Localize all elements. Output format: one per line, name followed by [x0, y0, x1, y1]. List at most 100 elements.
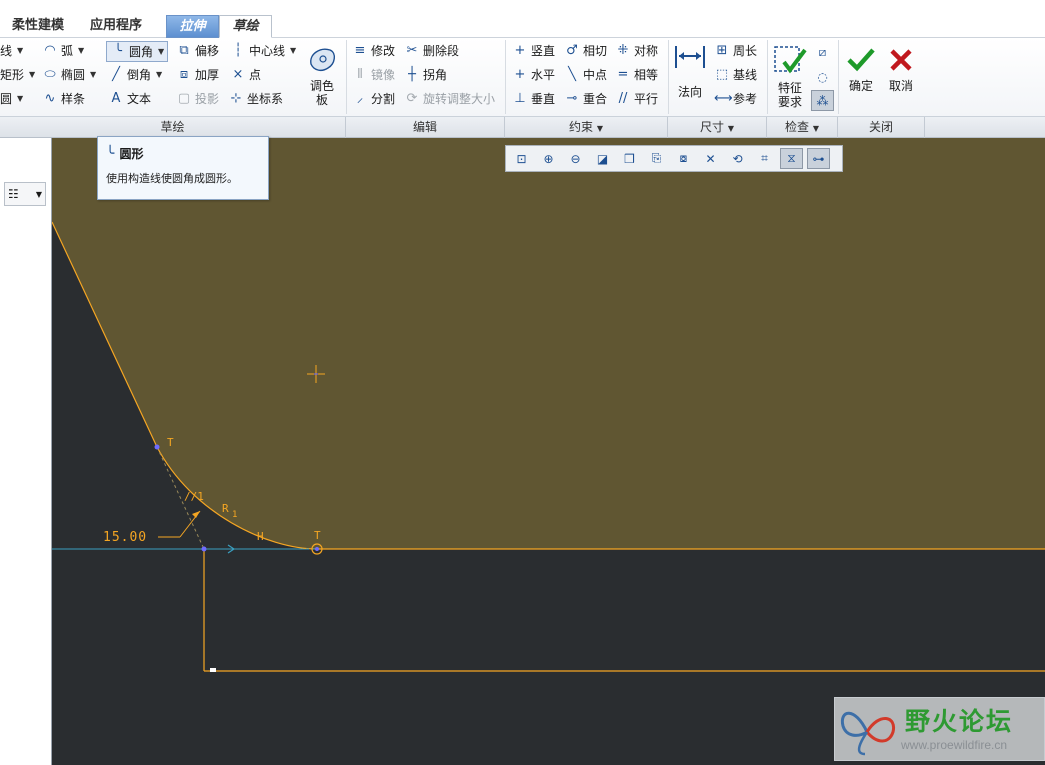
display-style-icon[interactable]: ❒	[618, 148, 641, 169]
corner-label: 拐角	[423, 68, 448, 82]
dimension-group-title[interactable]: 尺寸 ▼	[668, 117, 767, 138]
spline-button[interactable]: ∿ 样条	[42, 88, 85, 110]
delete-segment-button[interactable]: ✂ 删除段	[404, 40, 459, 62]
feature-requirements-button[interactable]: 特征 要求	[770, 42, 810, 109]
parallel-constraint-icon: //	[618, 91, 628, 106]
line-endpoint-marker	[210, 668, 216, 672]
constraint-display-icon[interactable]: ⊶	[807, 148, 830, 169]
delete-segment-label: 删除段	[423, 44, 460, 58]
thicken-button[interactable]: ⧈ 加厚	[176, 64, 219, 86]
equal-label: 相等	[634, 68, 659, 82]
rectangle-button[interactable]: 矩形 ▼	[0, 64, 35, 86]
ok-label: 确定	[848, 79, 873, 93]
graphics-window[interactable]: 15.00 T T //1 R 1 H	[52, 138, 1045, 765]
arc-button[interactable]: ◠ 弧 ▼	[42, 40, 84, 62]
chamfer-label: 倒角	[127, 68, 152, 82]
refit-icon[interactable]: ⊡	[510, 148, 533, 169]
constrain-group-title[interactable]: 约束 ▼	[505, 117, 668, 138]
overlapping-geometry-icon[interactable]: ⧄	[811, 42, 834, 63]
midpoint-label: 中点	[583, 68, 608, 82]
palette-label-line1: 调色	[309, 79, 334, 93]
coincident-constraint-button[interactable]: ⊸ 重合	[564, 88, 607, 110]
tangent-constraint-button[interactable]: ♂ 相切	[564, 40, 607, 62]
inspect-group-title[interactable]: 检查 ▼	[767, 117, 838, 138]
tangent-end-point-center	[315, 547, 319, 551]
tooltip-description: 使用构造线使圆角成圆形。	[106, 172, 238, 185]
spline-label: 样条	[61, 92, 86, 106]
reference-dimension-button[interactable]: ⟷ 参考	[714, 88, 757, 110]
show-options-button[interactable]: ☷ ▼	[4, 182, 46, 206]
tab-extrude[interactable]: 拉伸	[166, 15, 219, 38]
project-button[interactable]: ▢ 投影	[176, 88, 219, 110]
intersection-point	[201, 546, 207, 552]
parallel-constraint-label: //1	[184, 490, 204, 503]
saved-views-icon[interactable]: ⎘	[645, 148, 668, 169]
circle-button[interactable]: 圆 ▼	[0, 88, 23, 110]
corner-button[interactable]: ┼ 拐角	[404, 64, 447, 86]
highlight-open-ends-icon[interactable]: ⁂	[811, 90, 834, 111]
fillet-dimension-value[interactable]: 15.00	[103, 530, 147, 545]
spin-center-icon[interactable]: ⟲	[726, 148, 749, 169]
sketcher-display-icon[interactable]: ⧖	[780, 148, 803, 169]
repaint-icon[interactable]: ◪	[591, 148, 614, 169]
chevron-down-icon: ▼	[90, 70, 97, 79]
fillet-button[interactable]: ╰ 圆角 ▼	[106, 41, 169, 63]
sketch-view-icon[interactable]: ⧇	[672, 148, 695, 169]
text-button[interactable]: A 文本	[108, 88, 151, 110]
tangent-constraint-label: T	[314, 529, 321, 542]
palette-label-line2: 板	[315, 93, 328, 107]
cancel-button[interactable]: 取消	[883, 46, 919, 93]
vertical-constraint-button[interactable]: + 竖直	[512, 40, 555, 62]
horizontal-constraint-button[interactable]: + 水平	[512, 64, 555, 86]
group-separator	[346, 40, 347, 114]
perimeter-icon: ⊞	[716, 43, 728, 58]
annotation-display-icon[interactable]: ⌗	[753, 148, 776, 169]
point-button[interactable]: × 点	[230, 64, 261, 86]
offset-label: 偏移	[195, 44, 220, 58]
normal-dimension-icon	[675, 46, 705, 68]
zoom-out-icon[interactable]: ⊖	[564, 148, 587, 169]
chevron-down-icon[interactable]: ▼	[158, 41, 164, 63]
modify-button[interactable]: ≡ 修改	[352, 40, 395, 62]
equal-constraint-button[interactable]: = 相等	[615, 64, 658, 86]
coincident-constraint-icon: ⊸	[566, 91, 578, 106]
graphics-view-toolbar: ⊡ ⊕ ⊖ ◪ ❒ ⎘ ⧇ ✕ ⟲ ⌗ ⧖ ⊶	[505, 145, 843, 172]
reference-label: 参考	[733, 92, 758, 106]
coincident-label: 重合	[583, 92, 608, 106]
chevron-down-icon: ▼	[17, 94, 24, 103]
ellipse-button[interactable]: ⬭ 椭圆 ▼	[42, 64, 96, 86]
group-separator	[505, 40, 506, 114]
chamfer-button[interactable]: ╱ 倒角 ▼	[108, 64, 162, 86]
coordinate-system-label: 坐标系	[247, 92, 284, 106]
watermark-name: 野火论坛	[905, 707, 1014, 736]
tab-applications[interactable]: 应用程序	[80, 15, 152, 38]
perimeter-dimension-button[interactable]: ⊞ 周长	[714, 40, 757, 62]
divide-button[interactable]: ⸝ 分割	[352, 88, 395, 110]
symmetric-constraint-icon: ⁜	[617, 43, 629, 58]
checkmark-icon	[847, 48, 875, 72]
divide-icon: ⸝	[356, 91, 364, 106]
shade-closed-loops-icon[interactable]: ◌	[811, 66, 834, 87]
feature-requirements-label-line2: 要求	[777, 95, 802, 109]
feature-requirements-icon	[774, 46, 807, 74]
ok-button[interactable]: 确定	[843, 46, 879, 93]
zoom-in-icon[interactable]: ⊕	[537, 148, 560, 169]
mirror-button[interactable]: ⫴ 镜像	[352, 64, 395, 86]
centerline-button[interactable]: ┆ 中心线 ▼	[230, 40, 296, 62]
perimeter-label: 周长	[733, 44, 758, 58]
horizontal-constraint-icon: +	[514, 67, 526, 82]
tab-flex-modeling[interactable]: 柔性建模	[2, 15, 74, 38]
perpendicular-constraint-button[interactable]: ⊥ 垂直	[512, 88, 555, 110]
normal-dimension-button[interactable]: 法向	[672, 44, 708, 99]
datum-display-icon[interactable]: ✕	[699, 148, 722, 169]
symmetric-constraint-button[interactable]: ⁜ 对称	[615, 40, 658, 62]
midpoint-constraint-button[interactable]: ╲ 中点	[564, 64, 607, 86]
parallel-constraint-button[interactable]: // 平行	[615, 88, 658, 110]
offset-button[interactable]: ⧉ 偏移	[176, 40, 219, 62]
line-button[interactable]: 线 ▼	[0, 40, 23, 62]
coordinate-system-button[interactable]: ⊹ 坐标系	[228, 88, 283, 110]
palette-button[interactable]: 调色 板	[302, 44, 342, 107]
rotate-resize-button[interactable]: ⟳ 旋转调整大小	[404, 88, 495, 110]
baseline-dimension-button[interactable]: ⬚ 基线	[714, 64, 757, 86]
tab-sketch[interactable]: 草绘	[219, 15, 272, 38]
